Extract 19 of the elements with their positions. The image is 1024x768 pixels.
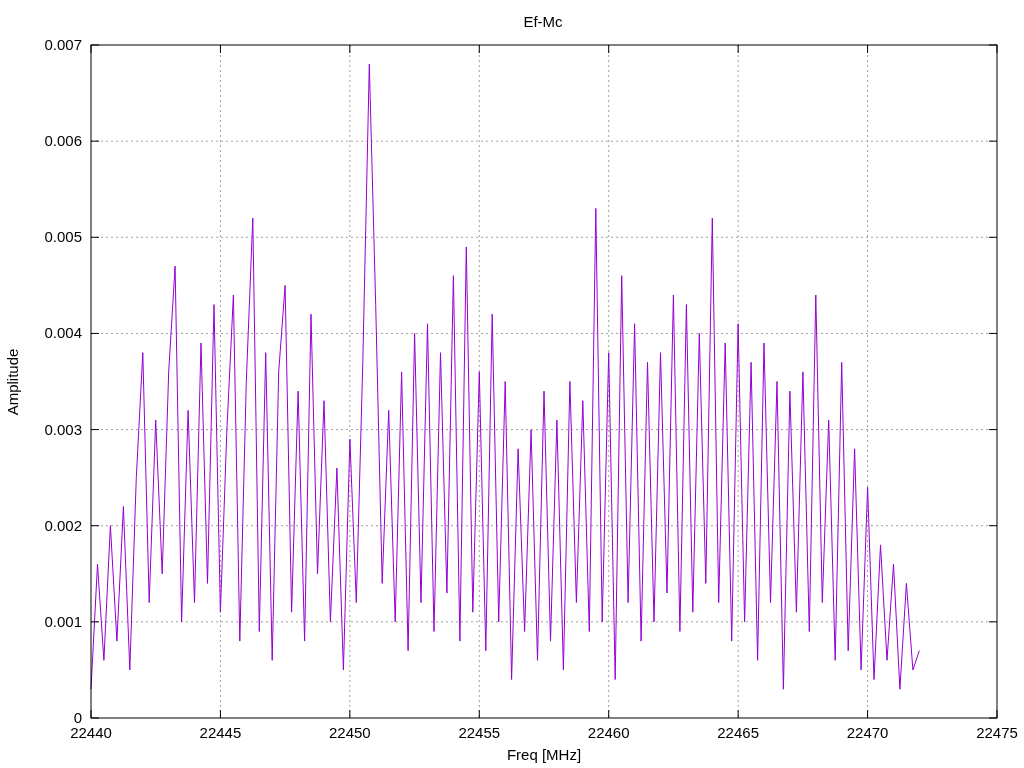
x-tick-label: 22455 [458, 724, 501, 741]
x-axis-label: Freq [MHz] [506, 746, 582, 763]
y-tick-label: 0.007 [44, 36, 82, 53]
x-tick-label: 22450 [329, 724, 371, 741]
y-tick-label: 0.004 [44, 324, 82, 342]
y-tick-label: 0.006 [44, 132, 82, 150]
y-axis-label: Amplitude [4, 348, 21, 416]
x-tick-label: 22460 [587, 724, 630, 741]
y-tick-label: 0.003 [44, 420, 82, 438]
y-tick-label: 0.001 [44, 612, 82, 630]
y-tick-label: 0.002 [44, 516, 82, 534]
y-tick-label: 0.005 [44, 228, 82, 246]
x-tick-label: 22465 [717, 724, 759, 741]
x-tick-label: 22470 [846, 724, 889, 741]
x-tick-label: 22440 [70, 724, 112, 741]
x-tick-label: 22475 [976, 724, 1018, 741]
chart-title: Ef-Mc [523, 13, 563, 30]
x-tick-label: 22445 [199, 724, 242, 741]
y-tick-label: 0 [73, 709, 82, 726]
